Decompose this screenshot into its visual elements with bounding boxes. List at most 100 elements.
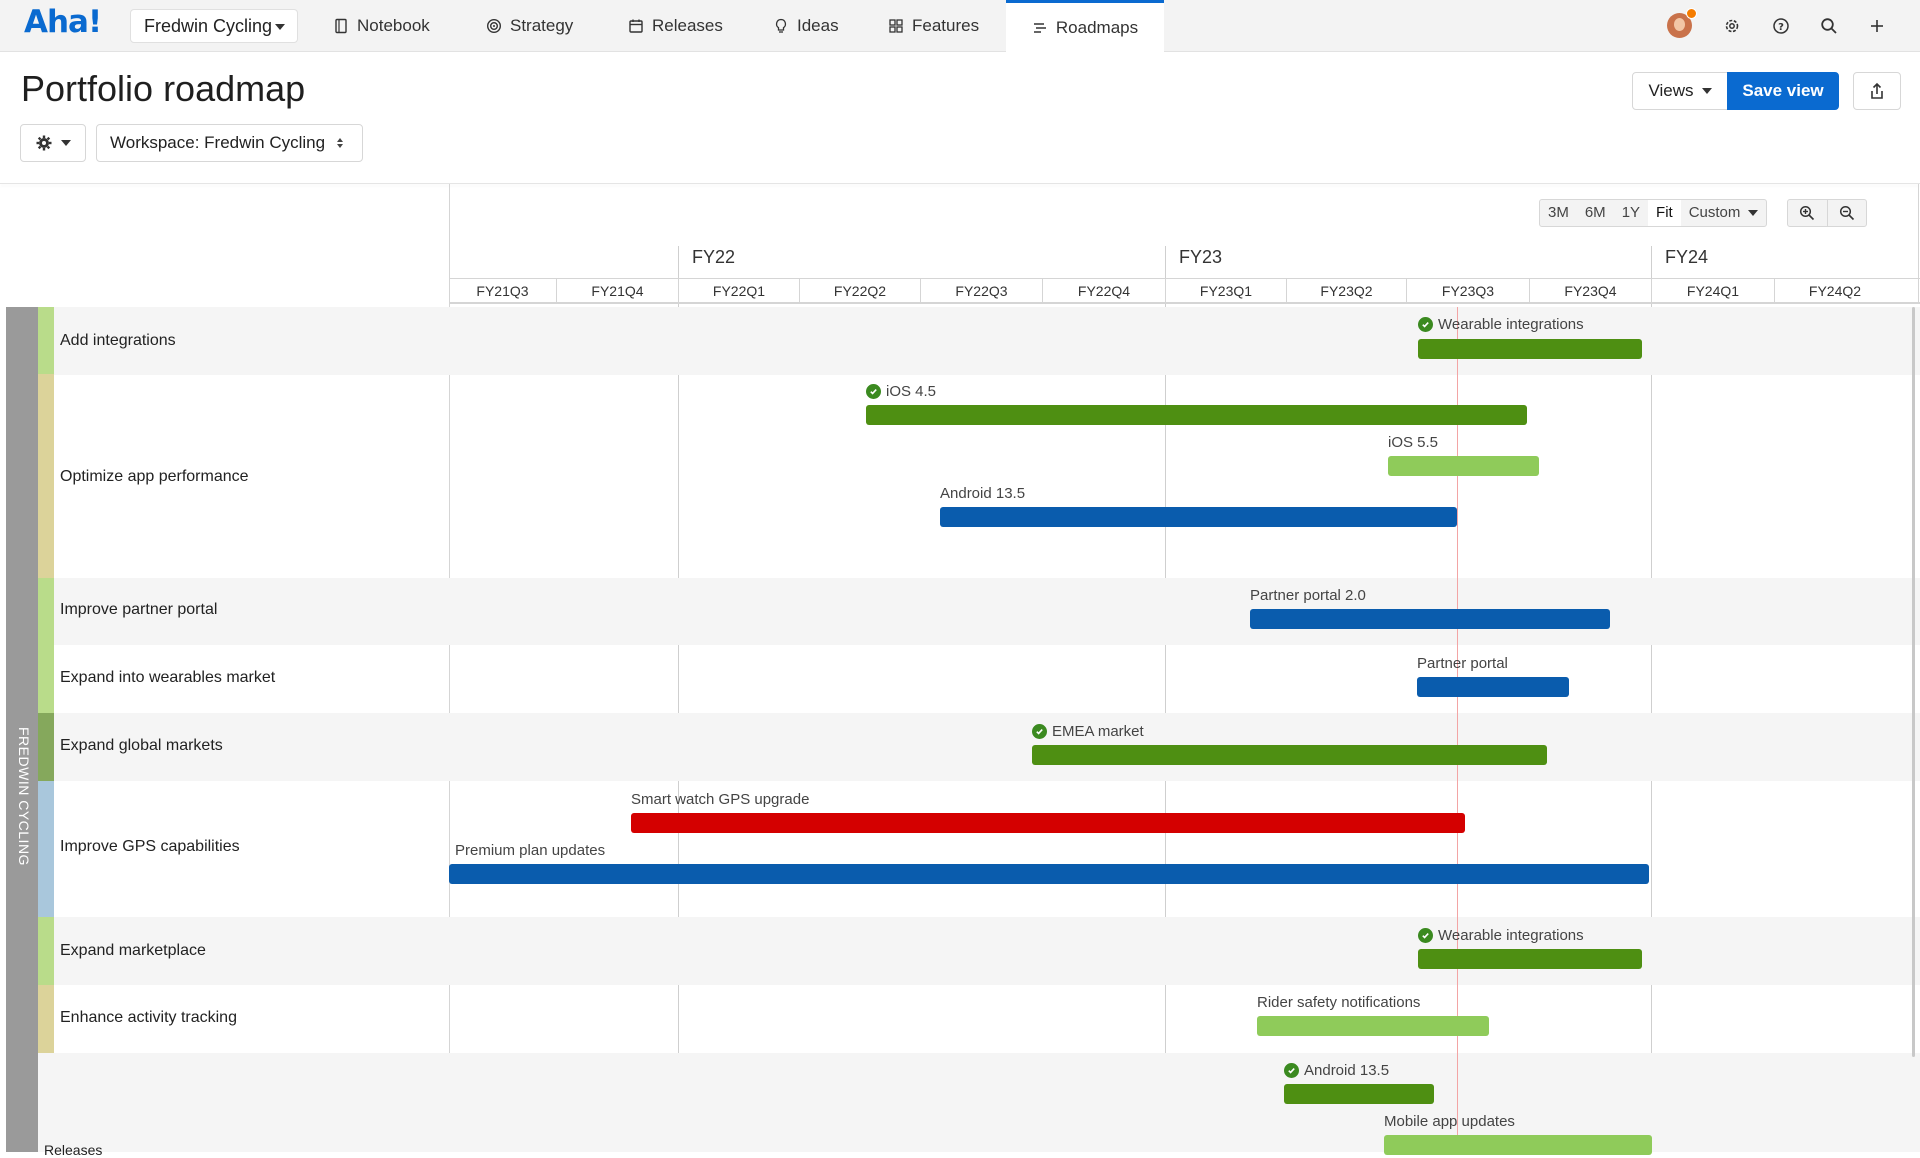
user-avatar[interactable] <box>1667 8 1697 38</box>
chevron-down-icon <box>275 24 285 30</box>
settings-dropdown-button[interactable] <box>20 124 86 162</box>
roadmap-bar-label[interactable]: Partner portal <box>1417 655 1508 672</box>
workspace-selector[interactable]: Fredwin Cycling <box>130 9 298 43</box>
zoom-1y[interactable]: 1Y <box>1614 200 1648 226</box>
check-icon <box>1284 1063 1299 1078</box>
quarter-label: FY21Q4 <box>556 278 678 304</box>
aha-logo[interactable]: Aha! <box>24 4 102 40</box>
vertical-scrollbar[interactable] <box>1912 307 1915 1057</box>
settings-gear-icon[interactable] <box>1720 14 1744 38</box>
search-icon[interactable] <box>1817 14 1841 38</box>
row-color-tick <box>38 578 54 645</box>
zoom-out-icon[interactable] <box>1826 200 1867 226</box>
row-label[interactable]: Expand global markets <box>60 737 223 755</box>
check-icon <box>1032 724 1047 739</box>
roadmap-bar-label[interactable]: Partner portal 2.0 <box>1250 587 1366 604</box>
roadmap-bar[interactable] <box>631 813 1465 833</box>
roadmap-bar-label[interactable]: Wearable integrations <box>1418 927 1584 944</box>
zoom-custom-label: Custom <box>1688 204 1741 221</box>
row-label[interactable]: Expand marketplace <box>60 942 206 960</box>
zoom-fit[interactable]: Fit <box>1648 200 1681 226</box>
roadmap-bar[interactable] <box>1257 1016 1489 1036</box>
bar-label-text: Partner portal <box>1417 655 1508 672</box>
nav-label: Notebook <box>357 16 430 35</box>
quarter-label: FY24Q1 <box>1651 278 1774 304</box>
roadmap-bar-label[interactable]: Android 13.5 <box>1284 1062 1389 1079</box>
quarter-label: FY22Q2 <box>799 278 920 304</box>
quarter-label: FY23Q1 <box>1165 278 1286 304</box>
share-button[interactable] <box>1853 72 1901 110</box>
row-label[interactable]: Add integrations <box>60 332 176 350</box>
row-label[interactable]: Enhance activity tracking <box>60 1009 237 1027</box>
roadmap-bar[interactable] <box>1418 339 1642 359</box>
roadmap-bar-label[interactable]: Rider safety notifications <box>1257 994 1420 1011</box>
group-band: FREDWIN CYCLING <box>6 307 38 1152</box>
grid-icon <box>889 19 903 33</box>
add-plus-icon[interactable] <box>1865 14 1889 38</box>
zoom-custom[interactable]: Custom <box>1681 200 1767 226</box>
roadmap-bar[interactable] <box>1384 1135 1652 1155</box>
zoom-in-icon[interactable] <box>1788 200 1827 226</box>
nav-features[interactable]: Features <box>888 0 979 52</box>
row-color-tick <box>38 374 54 578</box>
views-label: Views <box>1648 81 1694 100</box>
roadmap-bar[interactable] <box>1250 609 1610 629</box>
roadmap-bar-label[interactable]: Premium plan updates <box>455 842 605 859</box>
calendar-icon <box>629 19 643 33</box>
roadmap-bar[interactable] <box>1032 745 1547 765</box>
svg-text:?: ? <box>1778 22 1784 33</box>
roadmap-bar-label[interactable]: Wearable integrations <box>1418 316 1584 333</box>
chevron-down-icon <box>1701 88 1712 94</box>
roadmap-row <box>38 781 1920 917</box>
nav-notebook[interactable]: Notebook <box>333 0 430 52</box>
releases-label: Releases <box>44 1142 102 1158</box>
year-label: FY24 <box>1665 247 1709 267</box>
row-color-tick <box>38 645 54 713</box>
save-view-button[interactable]: Save view <box>1727 72 1839 110</box>
quarter-label: FY23Q2 <box>1286 278 1406 304</box>
roadmap-bar-label[interactable]: iOS 4.5 <box>866 383 936 400</box>
row-color-tick <box>38 713 54 781</box>
target-icon <box>486 18 502 34</box>
check-icon <box>866 384 881 399</box>
nav-ideas[interactable]: Ideas <box>773 0 839 52</box>
year-label: FY22 <box>692 247 736 267</box>
roadmap-bar-label[interactable]: iOS 5.5 <box>1388 434 1438 451</box>
bar-label-text: Rider safety notifications <box>1257 994 1421 1011</box>
header-divider <box>0 183 1920 184</box>
roadmap-bar-label[interactable]: Mobile app updates <box>1384 1113 1515 1130</box>
roadmap-bar[interactable] <box>1388 456 1539 476</box>
quarter-label: FY22Q4 <box>1042 278 1165 304</box>
row-label[interactable]: Expand into wearables market <box>60 669 275 687</box>
nav-releases[interactable]: Releases <box>628 0 723 52</box>
help-icon[interactable]: ? <box>1769 14 1793 38</box>
bar-label-text: iOS 5.5 <box>1388 434 1439 451</box>
roadmap-bar[interactable] <box>1417 677 1569 697</box>
top-navigation: Aha! Fredwin Cycling Notebook Strategy R… <box>0 0 1920 52</box>
roadmap-bar[interactable] <box>866 405 1527 425</box>
roadmap-bar[interactable] <box>940 507 1457 527</box>
roadmap-bar-label[interactable]: EMEA market <box>1032 723 1144 740</box>
quarter-label: FY24Q2 <box>1774 278 1895 304</box>
bar-label-text: Android 13.5 <box>1304 1062 1390 1079</box>
views-dropdown-button[interactable]: Views <box>1632 72 1728 110</box>
gear-icon <box>36 135 52 151</box>
row-label[interactable]: Optimize app performance <box>60 468 249 486</box>
releases-text: Releases <box>44 1142 103 1158</box>
roadmap-bar[interactable] <box>449 864 1649 884</box>
zoom-controls <box>1787 199 1867 227</box>
nav-strategy[interactable]: Strategy <box>486 0 573 52</box>
roadmap-bar-label[interactable]: Smart watch GPS upgrade <box>631 791 809 808</box>
workspace-filter-select[interactable]: Workspace: Fredwin Cycling <box>96 124 363 162</box>
nav-roadmaps[interactable]: Roadmaps <box>1006 0 1164 52</box>
row-label[interactable]: Improve partner portal <box>60 601 217 619</box>
roadmap-bar[interactable] <box>1284 1084 1434 1104</box>
roadmap-bar-label[interactable]: Android 13.5 <box>940 485 1025 502</box>
quarter-label: FY21Q3 <box>476 283 529 299</box>
zoom-6m[interactable]: 6M <box>1577 200 1614 226</box>
zoom-3m[interactable]: 3M <box>1540 200 1577 226</box>
notebook-icon <box>335 18 347 34</box>
roadmap-bar[interactable] <box>1418 949 1642 969</box>
roadmap-icon <box>1033 22 1046 33</box>
row-label[interactable]: Improve GPS capabilities <box>60 838 240 856</box>
